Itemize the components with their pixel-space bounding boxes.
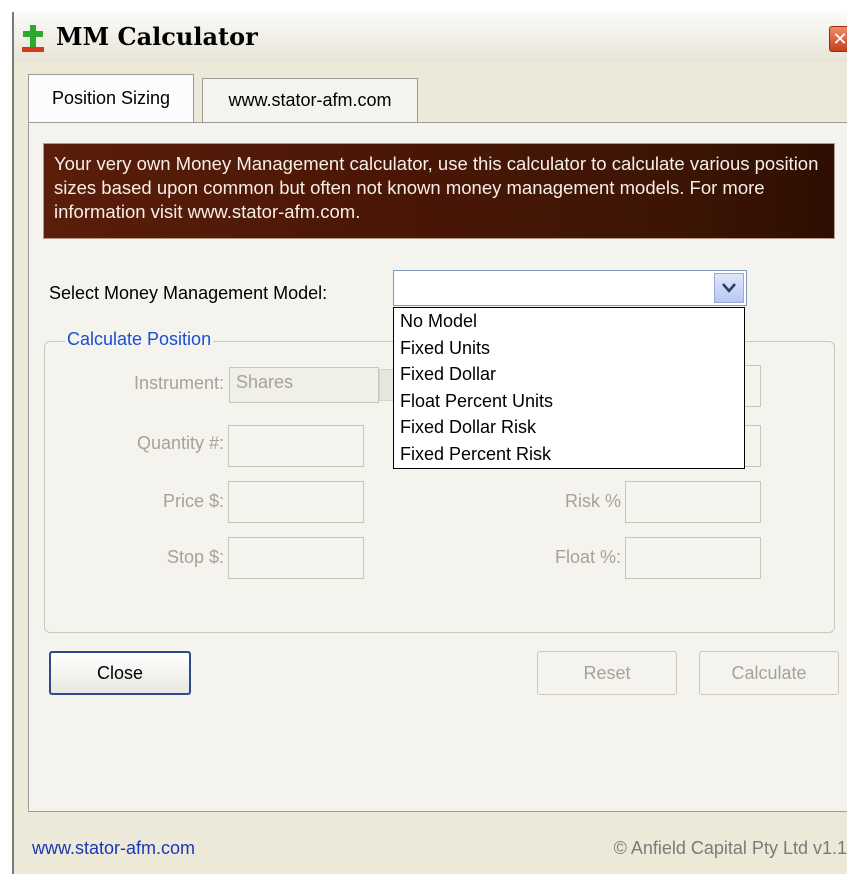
tab-website[interactable]: www.stator-afm.com [202,78,418,122]
close-icon[interactable]: ✕ [829,26,847,52]
calculate-button[interactable]: Calculate [699,651,839,695]
instrument-select[interactable]: Shares [229,367,379,403]
model-select-label: Select Money Management Model: [49,283,328,303]
close-button[interactable]: Close [49,651,191,695]
risk-input[interactable] [625,481,761,523]
stop-label: Stop $: [166,547,224,567]
position-sizing-panel: Your very own Money Management calculato… [28,122,847,812]
risk-label: Risk % [564,491,621,511]
group-title: Calculate Position [65,329,214,350]
quantity-input[interactable] [228,425,364,467]
model-select-combo[interactable] [393,270,747,306]
app-icon [22,25,44,52]
title-bar: MM Calculator ✕ [14,12,847,62]
footer-copyright: © Anfield Capital Pty Ltd v1.1 [613,838,847,858]
option-fixed-dollar-risk[interactable]: Fixed Dollar Risk [394,414,744,441]
chevron-down-icon[interactable] [714,273,744,303]
model-dropdown-list: No Model Fixed Units Fixed Dollar Float … [393,307,745,469]
option-fixed-dollar[interactable]: Fixed Dollar [394,361,744,388]
float-input[interactable] [625,537,761,579]
mm-calculator-window: MM Calculator ✕ Position Sizing www.stat… [12,12,847,874]
instrument-label: Instrument: [133,373,224,393]
price-input[interactable] [228,481,364,523]
window-title: MM Calculator [56,22,258,51]
option-float-percent-units[interactable]: Float Percent Units [394,388,744,415]
option-fixed-units[interactable]: Fixed Units [394,335,744,362]
reset-button[interactable]: Reset [537,651,677,695]
description-banner: Your very own Money Management calculato… [43,143,835,239]
footer-website-link[interactable]: www.stator-afm.com [32,838,195,859]
price-label: Price $: [162,491,224,511]
option-fixed-percent-risk[interactable]: Fixed Percent Risk [394,441,744,468]
stop-input[interactable] [228,537,364,579]
quantity-label: Quantity #: [136,433,224,453]
tab-position-sizing[interactable]: Position Sizing [28,74,194,122]
option-no-model[interactable]: No Model [394,308,744,335]
float-label: Float %: [554,547,621,567]
